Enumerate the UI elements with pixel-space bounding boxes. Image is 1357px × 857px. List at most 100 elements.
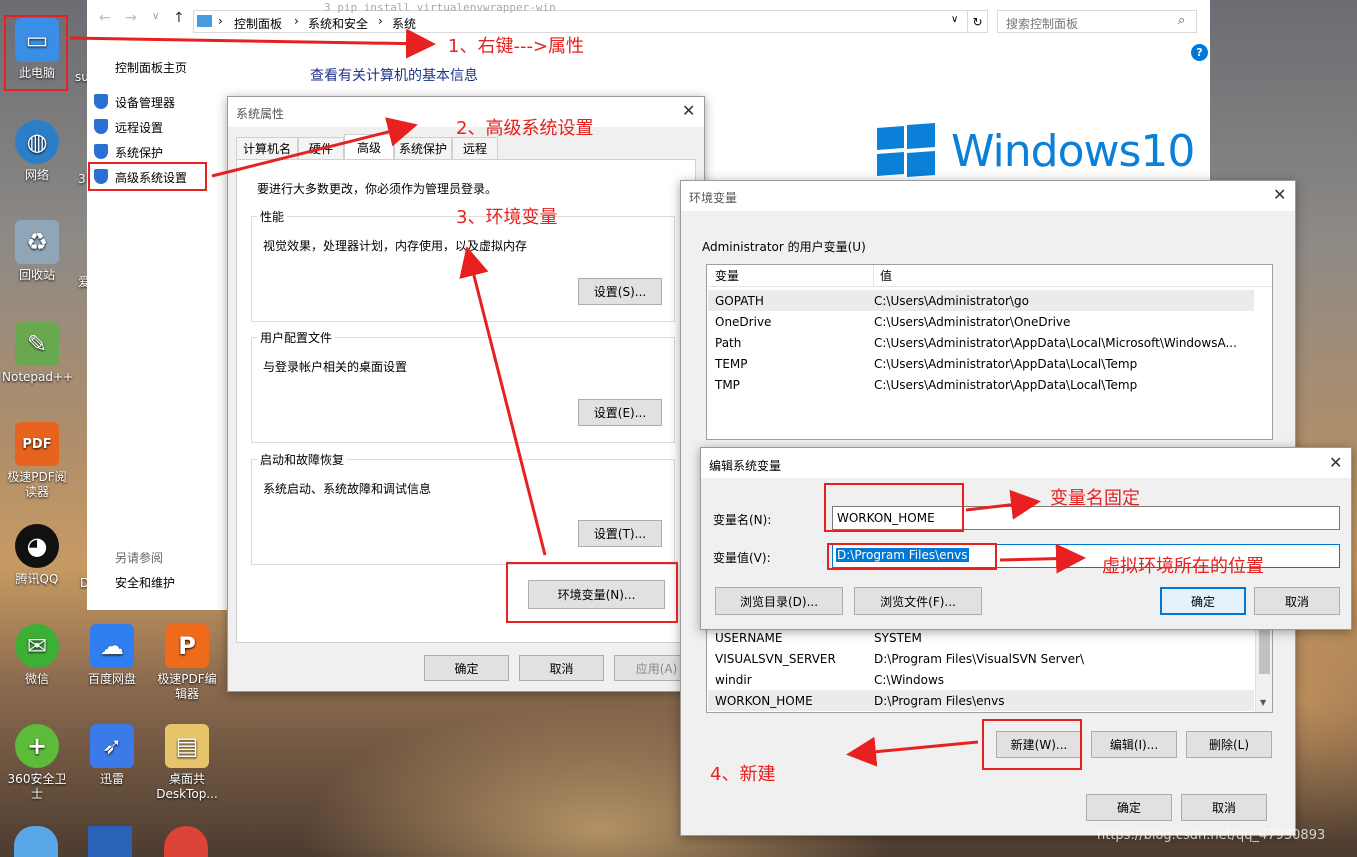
cancel-button[interactable]: 取消: [1254, 587, 1340, 615]
performance-settings-button[interactable]: 设置(S)...: [578, 278, 662, 305]
recent-dropdown-icon[interactable]: ∨: [152, 11, 159, 22]
tab-remote[interactable]: 远程: [452, 137, 498, 159]
startup-recovery-desc: 系统启动、系统故障和调试信息: [263, 482, 432, 496]
uac-shield-icon: [94, 119, 108, 134]
ok-button[interactable]: 确定: [1160, 587, 1246, 615]
scrollbar-thumb[interactable]: [1259, 628, 1270, 674]
tab-strip: 计算机名 硬件 高级 系统保护 远程: [236, 134, 696, 159]
desktop-icon-thunder[interactable]: ➶ 迅雷: [77, 724, 147, 787]
column-header-variable[interactable]: 变量: [708, 265, 874, 286]
windows-brand: Windows10: [951, 126, 1195, 177]
user-profile-settings-button[interactable]: 设置(E)...: [578, 399, 662, 426]
user-profile-desc: 与登录帐户相关的桌面设置: [263, 360, 408, 374]
pdf-editor-icon: P: [165, 624, 209, 668]
uac-shield-icon: [94, 144, 108, 159]
dialog-title: 环境变量: [689, 191, 738, 205]
search-box[interactable]: 搜索控制面板 ⌕: [997, 10, 1197, 33]
dialog-title: 系统属性: [236, 107, 285, 121]
cloud-icon[interactable]: [14, 826, 58, 857]
windows-version-text: 10: [1140, 126, 1195, 177]
tab-system-protection[interactable]: 系统保护: [394, 137, 452, 159]
delete-variable-button[interactable]: 删除(L): [1186, 731, 1272, 758]
tab-advanced[interactable]: 高级: [344, 134, 394, 159]
pdf-icon: PDF: [15, 422, 59, 466]
ok-button[interactable]: 确定: [1086, 794, 1172, 821]
up-arrow-icon[interactable]: ↑: [173, 10, 185, 26]
breadcrumb-security[interactable]: 系统和安全: [308, 15, 368, 32]
table-row[interactable]: Path C:\Users\Administrator\AppData\Loca…: [708, 332, 1254, 353]
annotation-step4: 4、新建: [710, 764, 776, 785]
close-icon[interactable]: ✕: [1329, 453, 1342, 472]
annotation-venv-location: 虚拟环境所在的位置: [1102, 556, 1264, 577]
desktop-icon-baidu-netdisk[interactable]: ☁ 百度网盘: [77, 624, 147, 687]
table-row[interactable]: GOPATH C:\Users\Administrator\go: [708, 290, 1254, 311]
scroll-down-icon[interactable]: ▼: [1260, 698, 1266, 707]
back-arrow-icon[interactable]: ←: [99, 10, 111, 26]
desktop-icon-360[interactable]: + 360安全卫士: [2, 724, 72, 802]
notepad-icon: ✎: [15, 322, 59, 366]
cancel-button[interactable]: 取消: [519, 655, 604, 681]
breadcrumb-sep-icon: ›: [218, 14, 223, 28]
table-row[interactable]: TEMP C:\Users\Administrator\AppData\Loca…: [708, 353, 1254, 374]
tab-computer-name[interactable]: 计算机名: [236, 137, 298, 159]
highlight-this-pc: [4, 15, 68, 91]
close-icon[interactable]: ✕: [1273, 185, 1286, 204]
tab-hardware[interactable]: 硬件: [298, 137, 344, 159]
desktop-icon-recycle-bin[interactable]: ♻ 回收站: [2, 220, 72, 283]
sidebar-link-device-manager[interactable]: 设备管理器: [115, 94, 175, 111]
sidebar-link-remote[interactable]: 远程设置: [115, 119, 163, 136]
help-icon[interactable]: ?: [1191, 44, 1208, 61]
search-icon[interactable]: ⌕: [1178, 13, 1185, 28]
sidebar-link-protection[interactable]: 系统保护: [115, 144, 163, 161]
ok-button[interactable]: 确定: [424, 655, 509, 681]
app-icon-partial[interactable]: [88, 826, 132, 857]
see-also-title: 另请参阅: [115, 551, 164, 565]
table-row[interactable]: TMP C:\Users\Administrator\AppData\Local…: [708, 374, 1254, 395]
table-header: 变量 值: [708, 265, 1272, 287]
edit-variable-button[interactable]: 编辑(I)...: [1091, 731, 1177, 758]
table-row[interactable]: OneDrive C:\Users\Administrator\OneDrive: [708, 311, 1254, 332]
title-bar: 环境变量 ✕: [681, 181, 1295, 211]
variable-value-label: 变量值(V):: [713, 551, 771, 565]
desktop-icon-desktop-share[interactable]: ▤ 桌面共 DeskTop...: [152, 724, 222, 802]
desktop-icon-wechat[interactable]: ✉ 微信: [2, 624, 72, 687]
desktop-icon-notepadpp[interactable]: ✎ Notepad++: [2, 322, 73, 385]
performance-group: [251, 216, 675, 322]
background-code-snippet: 3 pip install virtualenvwrapper-win: [324, 1, 556, 14]
address-bar-row: ← → ∨ ↑ 3 pip install virtualenvwrapper-…: [87, 0, 1210, 36]
refresh-icon[interactable]: ↻: [968, 10, 988, 33]
breadcrumb-control-panel[interactable]: 控制面板: [234, 15, 282, 32]
desktop-icon-pdf-reader[interactable]: PDF 极速PDF阅读器: [2, 422, 72, 500]
cancel-button[interactable]: 取消: [1181, 794, 1267, 821]
page-title: 查看有关计算机的基本信息: [310, 68, 478, 84]
desktop-icon-pdf-editor[interactable]: P 极速PDF编辑器: [152, 624, 222, 702]
user-vars-section-title: Administrator 的用户变量(U): [702, 240, 866, 254]
startup-settings-button[interactable]: 设置(T)...: [578, 520, 662, 547]
close-icon[interactable]: ✕: [682, 101, 695, 120]
control-panel-icon: [197, 15, 212, 27]
see-also-security-link[interactable]: 安全和维护: [115, 574, 175, 591]
scrollbar[interactable]: ▼: [1255, 622, 1272, 712]
annotation-var-name-fixed: 变量名固定: [1050, 488, 1140, 509]
table-row[interactable]: USERNAME SYSTEM: [708, 627, 1254, 648]
sidebar-home-link[interactable]: 控制面板主页: [115, 59, 187, 76]
address-dropdown-icon[interactable]: ∨: [951, 14, 958, 25]
address-bar[interactable]: 3 pip install virtualenvwrapper-win › 控制…: [193, 1, 968, 33]
table-row[interactable]: windir C:\Windows: [708, 669, 1254, 690]
table-row[interactable]: VISUALSVN_SERVER D:\Program Files\Visual…: [708, 648, 1254, 669]
column-header-value[interactable]: 值: [874, 267, 1272, 284]
user-profile-title: 用户配置文件: [257, 329, 336, 346]
browse-file-button[interactable]: 浏览文件(F)...: [854, 587, 982, 615]
desktop-icon-network[interactable]: ◍ 网络: [2, 120, 72, 183]
desktop-icon-qq[interactable]: ◕ 腾讯QQ: [2, 524, 72, 587]
search-placeholder: 搜索控制面板: [1006, 17, 1079, 31]
breadcrumb-system[interactable]: 系统: [392, 15, 416, 32]
table-row[interactable]: WORKON_HOME D:\Program Files\envs: [708, 690, 1254, 711]
edit-system-variable-dialog: 编辑系统变量 ✕ 变量名(N): WORKON_HOME 变量值(V): D:\…: [700, 447, 1352, 630]
forward-arrow-icon[interactable]: →: [125, 10, 137, 26]
qq-penguin-icon: ◕: [15, 524, 59, 568]
highlight-new-button: [982, 719, 1082, 770]
watermark: https://blog.csdn.net/qq_47930893: [1097, 828, 1326, 843]
highlight-var-value: [827, 543, 997, 570]
browse-directory-button[interactable]: 浏览目录(D)...: [715, 587, 843, 615]
